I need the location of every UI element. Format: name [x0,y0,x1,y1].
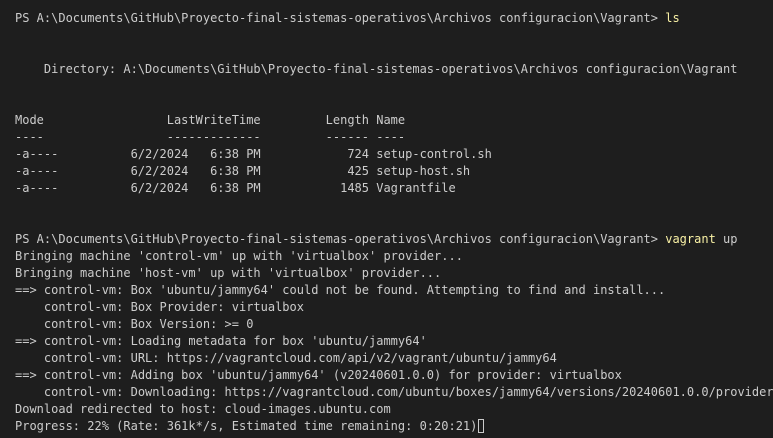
prompt-line-vagrant: PS A:\Documents\GitHub\Proyecto-final-si… [15,231,773,248]
prompt-text: PS A:\Documents\GitHub\Proyecto-final-si… [15,11,666,25]
output-line: control-vm: URL: https://vagrantcloud.co… [15,351,557,365]
table-header: Mode LastWriteTime Length Name [15,113,406,127]
command-ls: ls [665,11,680,25]
output-line: ==> control-vm: Loading metadata for box… [15,334,427,348]
output-line: ==> control-vm: Adding box 'ubuntu/jammy… [15,368,622,382]
output-line: control-vm: Downloading: https://vagrant… [15,385,773,399]
command-vagrant: vagrant [665,232,716,246]
output-line: Bringing machine 'control-vm' up with 'v… [15,249,463,263]
prompt-line-ls: PS A:\Documents\GitHub\Proyecto-final-si… [15,10,773,27]
text-cursor [478,419,485,433]
terminal-window[interactable]: PS A:\Documents\GitHub\Proyecto-final-si… [0,0,773,438]
table-row: -a---- 6/2/2024 6:38 PM 1485 Vagrantfile [15,181,456,195]
progress-line: Progress: 22% (Rate: 361k*/s, Estimated … [15,418,773,435]
table-row: -a---- 6/2/2024 6:38 PM 724 setup-contro… [15,147,492,161]
progress-text: Progress: 22% (Rate: 361k*/s, Estimated … [15,419,478,433]
output-line: Bringing machine 'host-vm' up with 'virt… [15,266,442,280]
prompt-text: PS A:\Documents\GitHub\Proyecto-final-si… [15,232,666,246]
command-arg-up: up [723,232,738,246]
output-line: control-vm: Box Version: >= 0 [15,317,254,331]
directory-line: Directory: A:\Documents\GitHub\Proyecto-… [15,62,738,76]
output-line: control-vm: Box Provider: virtualbox [15,300,304,314]
output-line: ==> control-vm: Box 'ubuntu/jammy64' cou… [15,283,666,297]
output-line: Download redirected to host: cloud-image… [15,402,391,416]
table-separator: ---- ------------- ------ ---- [15,130,406,144]
table-row: -a---- 6/2/2024 6:38 PM 425 setup-host.s… [15,164,471,178]
